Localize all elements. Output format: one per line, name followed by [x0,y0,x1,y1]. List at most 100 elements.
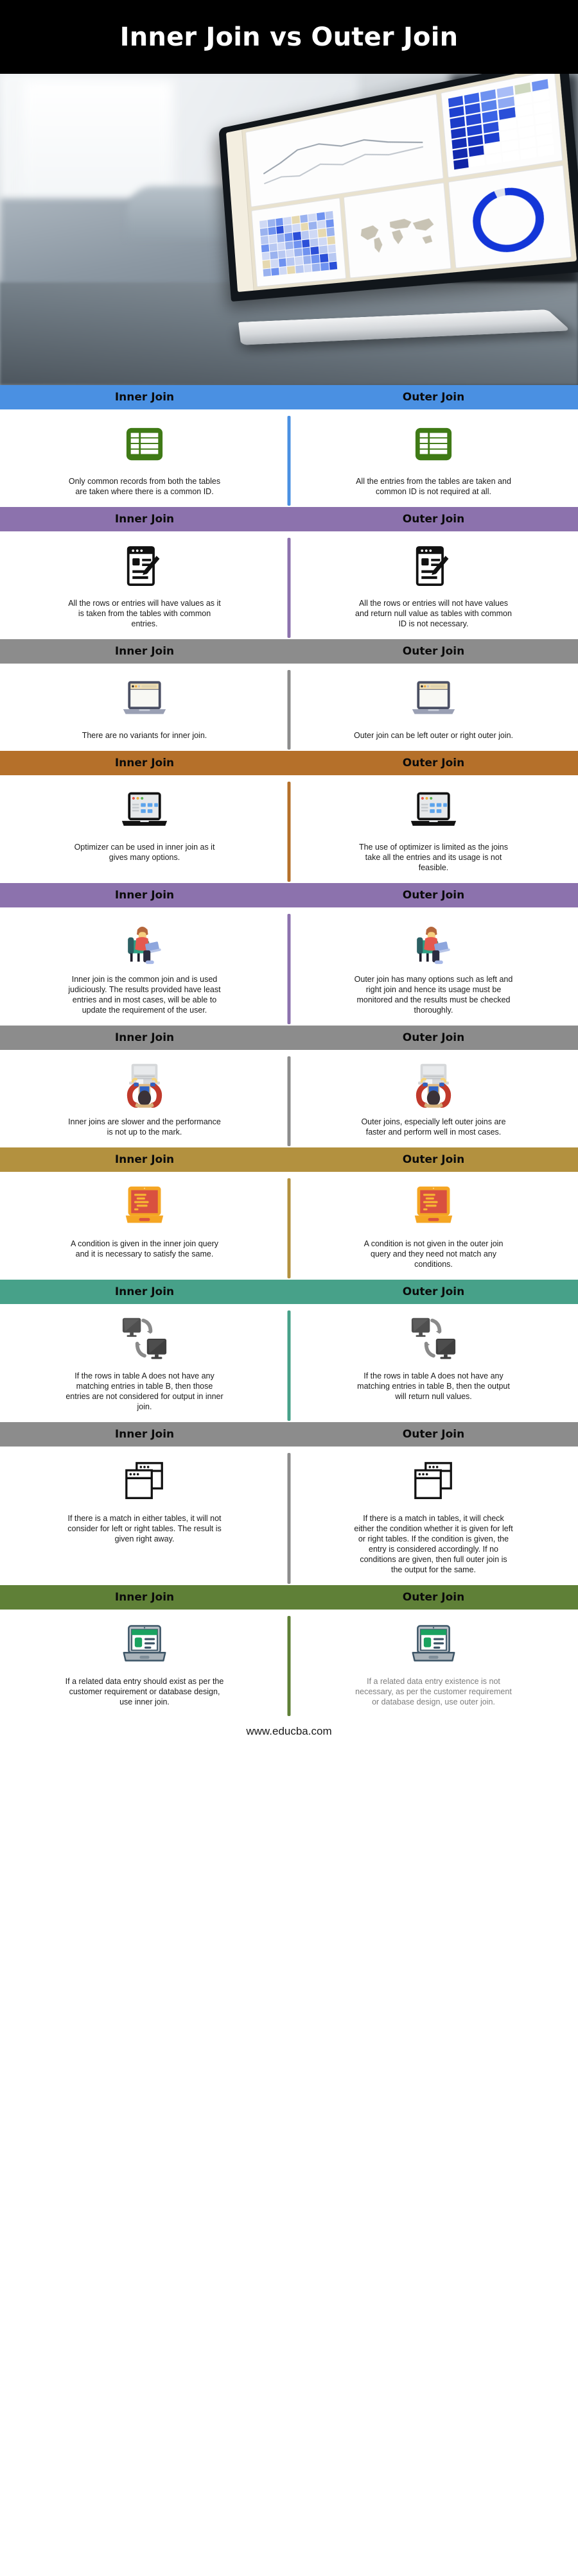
section-header-match-in-tables: Inner Join Outer Join [0,1422,578,1447]
section-divider [287,1056,291,1146]
section-header-optimizer: Inner Join Outer Join [0,751,578,775]
page-title: Inner Join vs Outer Join [119,22,459,52]
section-header-data-entry-existence: Inner Join Outer Join [0,1585,578,1610]
stacked-windows-icon [125,1462,163,1499]
outer-join-column: If a related data entry existence is not… [289,1619,578,1707]
table-grid-icon [126,427,163,461]
comparison-section-conditions: Inner Join Outer Join A condition is give… [0,1147,578,1280]
section-header-matching-entries: Inner Join Outer Join [0,1280,578,1304]
table-grid-icon [414,418,453,470]
person-at-desk-icon [417,927,450,965]
inner-join-description: There are no variants for inner join. [82,731,207,740]
hero-photo [0,74,578,385]
person-at-desk-icon [408,916,459,968]
footer: www.educba.com [0,1717,578,1746]
outer-join-description: Outer joins, especially left outer joins… [361,1117,506,1137]
document-pencil-icon [416,546,449,586]
section-header-row-values: Inner Join Outer Join [0,507,578,531]
section-divider [287,416,291,506]
document-pencil-icon [127,546,160,586]
section-header-performance: Inner Join Outer Join [0,1026,578,1050]
dashboard-donut-chart [448,165,572,269]
section-header-variants: Inner Join Outer Join [0,639,578,664]
laptop-browser-icon [121,673,168,724]
section-header-usage: Inner Join Outer Join [0,883,578,907]
laptop-base [238,309,572,346]
header-label-outer-join: Outer Join [402,391,465,404]
comparison-section-matching-entries: Inner Join Outer Join If the rows in tabl… [0,1280,578,1422]
two-monitors-sync-icon [122,1318,167,1359]
laptop-dashboard-icon [410,792,457,826]
outer-join-description: Outer join can be left outer or right ou… [353,731,514,740]
outer-join-description: If there is a match in tables, it will c… [354,1514,513,1574]
header-label-inner-join: Inner Join [114,1031,175,1044]
code-monitor-icon [412,1181,455,1232]
outer-join-column: If the rows in table A does not have any… [289,1313,578,1412]
inner-join-column: If there is a match in either tables, it… [0,1455,289,1575]
laptop-profile-icon [121,1619,168,1670]
dashboard-heatmap [441,74,563,179]
comparison-section-common-records: Inner Join Outer Join Only common records… [0,385,578,507]
header-label-outer-join: Outer Join [402,1285,465,1298]
section-body-usage: Inner join is the common join and is use… [0,907,578,1026]
inner-join-column: Only common records from both the tables… [0,418,289,497]
section-body-matching-entries: If the rows in table A does not have any… [0,1304,578,1422]
outer-join-column: The use of optimizer is limited as the j… [289,784,578,873]
section-body-match-in-tables: If there is a match in either tables, it… [0,1447,578,1585]
outer-join-description: A condition is not given in the outer jo… [363,1239,504,1269]
two-monitors-sync-icon [120,1313,169,1364]
laptop-browser-icon [123,681,166,714]
section-body-common-records: Only common records from both the tables… [0,409,578,507]
comparison-section-performance: Inner Join Outer Join Inner joins are slo… [0,1026,578,1147]
person-celebrating-icon [121,1059,168,1110]
laptop-dashboard-icon [121,792,168,826]
outer-join-column: Outer join has many options such as left… [289,916,578,1015]
stacked-windows-icon [412,1455,455,1507]
inner-join-description: Only common records from both the tables… [68,477,221,496]
section-divider [287,1453,291,1584]
outer-join-description: The use of optimizer is limited as the j… [358,843,509,872]
comparison-sections: Inner Join Outer Join Only common records… [0,385,578,1717]
laptop-dashboard-icon [120,784,169,836]
inner-join-column: All the rows or entries will have values… [0,540,289,629]
outer-join-description: If a related data entry existence is not… [355,1677,512,1706]
inner-join-description: A condition is given in the inner join q… [70,1239,218,1258]
inner-join-column: Inner join is the common join and is use… [0,916,289,1015]
inner-join-description: Inner join is the common join and is use… [68,975,221,1015]
section-body-conditions: A condition is given in the inner join q… [0,1172,578,1280]
document-pencil-icon [125,540,164,592]
section-header-conditions: Inner Join Outer Join [0,1147,578,1172]
comparison-section-match-in-tables: Inner Join Outer Join If there is a match… [0,1422,578,1585]
footer-url: www.educba.com [246,1725,332,1737]
inner-join-column: If a related data entry should exist as … [0,1619,289,1707]
laptop-profile-icon [410,1619,457,1670]
laptop-browser-icon [412,681,455,714]
laptop-browser-icon [410,673,457,724]
outer-join-column: All the entries from the tables are take… [289,418,578,497]
inner-join-description: If the rows in table A does not have any… [66,1371,223,1411]
person-at-desk-icon [128,927,161,965]
header-label-inner-join: Inner Join [114,1285,175,1298]
table-grid-icon [415,427,452,461]
header-label-outer-join: Outer Join [402,1591,465,1604]
header-label-inner-join: Inner Join [114,1153,175,1166]
section-divider [287,1616,291,1716]
outer-join-description: All the entries from the tables are take… [356,477,511,496]
person-celebrating-icon [416,1063,451,1108]
header-label-inner-join: Inner Join [114,391,175,404]
header-label-inner-join: Inner Join [114,757,175,769]
inner-join-description: Inner joins are slower and the performan… [68,1117,221,1137]
code-monitor-icon [414,1186,453,1223]
laptop-profile-icon [412,1625,455,1662]
header-label-inner-join: Inner Join [114,645,175,658]
section-body-performance: Inner joins are slower and the performan… [0,1050,578,1147]
inner-join-column: If the rows in table A does not have any… [0,1313,289,1412]
header-label-inner-join: Inner Join [114,513,175,526]
section-header-common-records: Inner Join Outer Join [0,385,578,409]
hero-laptop [218,74,578,357]
section-body-optimizer: Optimizer can be used in inner join as i… [0,775,578,883]
outer-join-description: Outer join has many options such as left… [354,975,513,1015]
section-divider [287,670,291,750]
stacked-windows-icon [414,1462,452,1499]
section-divider [287,914,291,1024]
